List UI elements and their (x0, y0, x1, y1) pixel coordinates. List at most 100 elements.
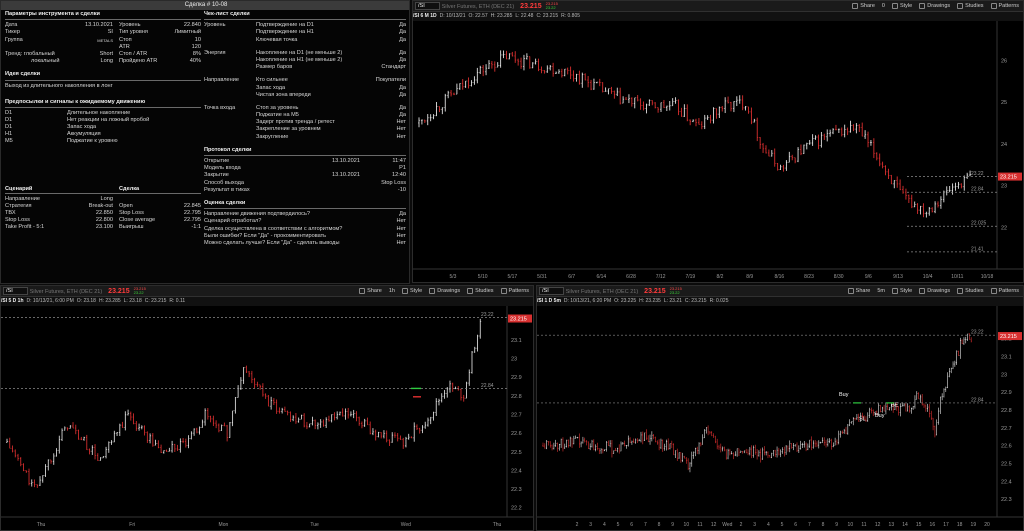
patterns-button[interactable]: Patterns (990, 286, 1019, 297)
patterns-button[interactable]: Patterns (500, 286, 529, 297)
share-icon (852, 2, 859, 9)
ask-price: 23.22 (545, 5, 556, 10)
journal-cell: Открытие (204, 158, 230, 165)
journal-cell: Long (100, 195, 113, 202)
section-checklist-heading: Чек-лист сделки (204, 11, 406, 21)
share-button[interactable]: Share (847, 286, 870, 297)
patterns-button[interactable]: Patterns (990, 1, 1019, 12)
checklist-row: Точка входа Стоп за уровень Да (204, 105, 406, 112)
ohlc-value: O: 22.57 (468, 13, 488, 19)
journal-cell: D1 (5, 124, 13, 131)
journal-cell: Нет (396, 225, 406, 232)
drawing-count[interactable]: 0 (882, 1, 885, 12)
protocol-row: Открытие 13.10.2021 11:47 (204, 158, 406, 165)
time-tick-label: Tue (310, 522, 319, 528)
drawings-button[interactable]: Drawings (919, 1, 950, 12)
journal-cell: Стратегия (5, 202, 32, 209)
ask-price: 23.22 (669, 290, 680, 295)
journal-cell: Long (100, 58, 113, 65)
period-selector[interactable]: 5m (877, 286, 885, 297)
journal-cell: Группа (5, 36, 23, 43)
journal-cell: Нет (396, 218, 406, 225)
drawings-button[interactable]: Drawings (919, 286, 950, 297)
style-button[interactable]: Style (401, 286, 422, 297)
studies-icon (467, 287, 474, 294)
chart-panel-daily[interactable]: /SI Silver Futures, ETH (DEC 21) 23.215 23.… (412, 0, 1024, 283)
checklist-row: Поджатие на M5 Да (204, 112, 406, 119)
bid-ask: 23.215 23.22 (670, 287, 682, 295)
journal-cell: Да (399, 56, 406, 63)
ohlc-value: D: 10/13/21, 6:20 PM (563, 298, 612, 304)
time-tick-label: Fri (129, 522, 135, 528)
share-icon (847, 287, 854, 294)
share-button[interactable]: Share (359, 286, 382, 297)
journal-cell: Да (399, 29, 406, 36)
chart-toolbar: Share 1h Style Drawings Studies Patterns (352, 286, 529, 297)
time-tick-label: 8/23 (804, 274, 814, 280)
price-chart[interactable]: 26 25 24 23 22 23.22 22.84 22.025 21.41 23.215 5/3… (413, 21, 1023, 281)
time-tick-label: 5 (781, 522, 784, 528)
journal-cell: Стандарт (381, 64, 406, 71)
symbol-input[interactable]: /SI (539, 287, 564, 295)
patterns-icon (990, 287, 997, 294)
price-tick-label: 24 (1001, 142, 1007, 148)
time-tick-label: 20 (984, 522, 990, 528)
style-icon (891, 2, 898, 9)
ohlc-info-bar: /SI 6 M 1D D: 10/13/21 O: 22.57 H: 23.285 L:… (413, 12, 1023, 21)
journal-cell: Поджатие к уровню (67, 138, 118, 145)
chart-toolbar: Share 0 Style Drawings Studies Patterns (845, 1, 1019, 12)
drawings-button[interactable]: Drawings (429, 286, 460, 297)
trade-annotation: Buy (875, 413, 885, 419)
journal-cell: Уровень (119, 22, 141, 29)
evaluation-row: Были ошибки? Если "Да" - прокомментирова… (204, 233, 406, 240)
section-scenario-heading: Сценарий Сделка (5, 186, 201, 194)
instrument-description: Silver Futures, ETH (DEC 21) (29, 289, 103, 295)
button-label: Studies (965, 288, 984, 294)
studies-button[interactable]: Studies (957, 286, 984, 297)
journal-cell: Накопление на D1 (не меньше 2) (256, 49, 343, 56)
journal-cell: Тип уровня (119, 29, 148, 36)
evaluation-row: Сценарий отработал? Нет (204, 218, 406, 225)
time-tick-label: 8/2 (717, 274, 724, 280)
chart-panel-5min[interactable]: /SI Silver Futures, ETH (DEC 21) 23.215 23.… (536, 285, 1024, 531)
current-price-label: 23.215 (510, 317, 527, 323)
params-row: Группа METALS Стоп 10 (5, 37, 201, 44)
time-tick-label: 6 (630, 522, 633, 528)
level-label: 23.22 (971, 330, 984, 336)
journal-cell: Нет (396, 119, 406, 126)
time-tick-label: Mon (219, 522, 229, 528)
time-tick-label: 8 (658, 522, 661, 528)
journal-cell: Да (399, 211, 406, 218)
studies-button[interactable]: Studies (467, 286, 494, 297)
style-button[interactable]: Style (891, 1, 912, 12)
time-tick-label: 19 (971, 522, 977, 528)
journal-cell: D1 (5, 109, 13, 116)
period-selector[interactable]: 1h (389, 286, 395, 297)
journal-cell: Нет реакции на ложный пробой (67, 116, 150, 123)
price-chart[interactable]: 23.223.12322.922.822.722.622.522.422.323… (537, 306, 1023, 529)
params-row: ATR 120 (5, 44, 201, 51)
time-tick-label: 2 (740, 522, 743, 528)
symbol-input[interactable]: /SI (415, 2, 440, 10)
studies-button[interactable]: Studies (957, 1, 984, 12)
evaluation-row: Можно сделать лучше? Если "Да" - сделать… (204, 240, 406, 247)
level-label: 21.41 (971, 246, 984, 252)
time-tick-label: 7/19 (685, 274, 695, 280)
signal-row: D1 Длительное накопление (5, 110, 201, 117)
style-button[interactable]: Style (891, 286, 912, 297)
price-tick-label: 22.2 (511, 506, 522, 512)
ohlc-value: C: 23.215 (684, 298, 707, 304)
trade-annotation: SL (859, 417, 866, 423)
price-chart[interactable]: 23.1 23 22.9 22.8 22.7 22.6 22.5 22.4 22.3 22.2 23… (1, 306, 533, 529)
share-button[interactable]: Share (852, 1, 875, 12)
signal-row: D1 Запас хода (5, 124, 201, 131)
button-label: Studies (475, 288, 494, 294)
journal-cell: Break-out (88, 202, 113, 209)
params-row: локальный Long Пройдено ATR 40% (5, 58, 201, 65)
price-tick-label: 23 (511, 357, 517, 363)
symbol-input[interactable]: /SI (3, 287, 28, 295)
journal-cell: Запас хода (67, 124, 97, 131)
signal-row: M5 Поджатие к уровню (5, 138, 201, 145)
chart-panel-hourly[interactable]: /SI Silver Futures, ETH (DEC 21) 23.215 23.… (0, 285, 534, 531)
time-tick-label: 8/16 (774, 274, 784, 280)
